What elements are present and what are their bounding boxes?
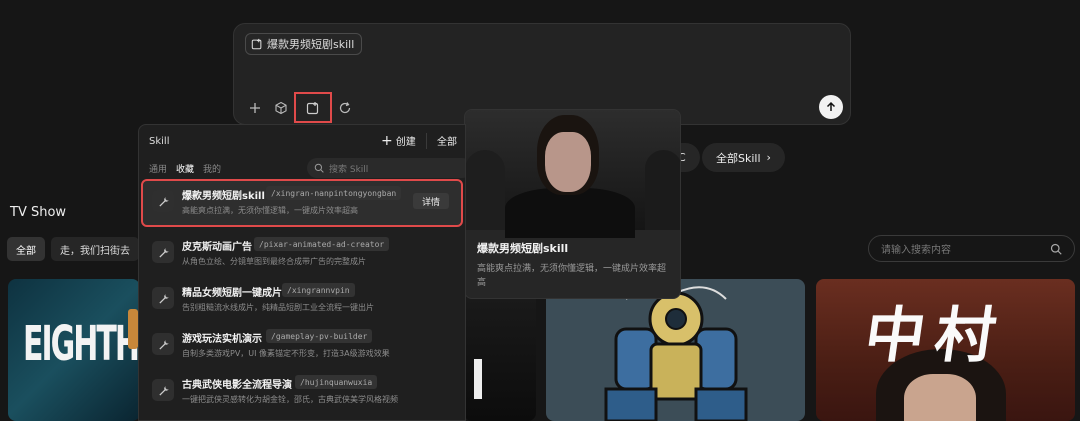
skill-name: 皮克斯动画广告: [182, 242, 252, 253]
preview-figure-body: [505, 188, 635, 238]
skill-name: 精品女频短剧一键成片: [182, 288, 282, 299]
skill-button[interactable]: [294, 92, 332, 123]
tab-favorites[interactable]: 收藏: [176, 162, 194, 175]
wrench-icon: [152, 379, 174, 401]
create-skill-button[interactable]: + 创建: [381, 132, 416, 149]
menu-title: Skill: [149, 136, 170, 147]
wrench-icon: [152, 287, 174, 309]
skill-item[interactable]: 皮克斯动画广告 /pixar-animated-ad-creator 从角色立绘…: [143, 232, 461, 276]
menu-tabs: 通用 收藏 我的: [149, 162, 221, 175]
skill-icon: [251, 38, 262, 50]
skill-item[interactable]: 精品女频短剧一键成片 /xingrannvpin 告别粗糙流水线成片，纯精品短剧…: [143, 278, 461, 322]
skill-name: 游戏玩法实机演示: [182, 334, 262, 345]
preview-figure-face: [545, 132, 591, 192]
card-calligraphy: 中村: [860, 301, 1011, 371]
skill-slug: /hujinquanwuxia: [295, 375, 378, 389]
skill-item[interactable]: 古典武侠电影全流程导演 /hujinquanwuxia 一键把武侠灵感转化为胡金…: [143, 370, 461, 414]
model-button[interactable]: [268, 95, 294, 121]
all-skill-label: 全部Skill: [716, 151, 761, 165]
skill-desc: 告别粗糙流水线成片，纯精品短剧工业全流程一键出片: [182, 303, 374, 312]
refresh-icon: [339, 101, 351, 113]
preview-title: 爆款男频短剧skill: [477, 242, 569, 255]
skill-preview-panel: 爆款男频短剧skill 高能爽点拉满，无须你懂逻辑，一键成片效率超高: [464, 109, 681, 299]
content-search-input[interactable]: 请输入搜索内容: [868, 235, 1075, 262]
wrench-icon: [152, 333, 174, 355]
chevron-right-icon: ›: [766, 151, 771, 164]
show-card-mech[interactable]: [546, 279, 805, 421]
skill-name: 爆款男频短剧skill: [182, 191, 265, 202]
section-title: TV Show: [10, 205, 67, 220]
tab-general[interactable]: 通用: [149, 162, 167, 175]
search-icon: [1050, 243, 1062, 255]
card-figure: [128, 309, 138, 349]
all-skill-button[interactable]: 全部Skill ›: [702, 143, 785, 172]
skill-desc: 高能爽点拉满，无须你懂逻辑，一键成片效率超高: [182, 206, 358, 215]
skill-slug: /xingrannvpin: [282, 283, 355, 297]
plus-icon: +: [381, 132, 393, 149]
skill-desc: 从角色立绘、分镜草图到最终合成带广告的完整成片: [182, 257, 366, 266]
card-art: [474, 359, 482, 399]
show-card-nakamura[interactable]: 中村: [816, 279, 1075, 421]
skill-slug: /xingran-nanpintongyongban: [266, 186, 402, 200]
skill-slug: /gameplay-pv-builder: [266, 329, 373, 343]
send-button[interactable]: [819, 95, 843, 119]
all-filter-button[interactable]: 全部: [426, 133, 457, 149]
tag-row: 全部 走，我们扫街去: [7, 237, 139, 261]
tag-all[interactable]: 全部: [7, 237, 45, 261]
preview-bg-figure-right: [645, 150, 680, 230]
selected-skill-label: 爆款男频短剧skill: [267, 38, 355, 51]
skill-icon: [306, 101, 319, 114]
preview-image: [465, 110, 680, 238]
arrow-up-icon: [826, 101, 836, 111]
skill-dropdown: Skill + 创建 全部 通用 收藏 我的 搜索 Skill 爆款男频短剧sk…: [138, 124, 466, 421]
selected-skill-chip[interactable]: 爆款男频短剧skill: [245, 33, 363, 55]
tab-mine[interactable]: 我的: [203, 162, 221, 175]
card-title-art: EIGHTH: [23, 317, 140, 373]
detail-button[interactable]: 详情: [413, 193, 450, 209]
card-face: [904, 374, 976, 421]
preview-description: 高能爽点拉满，无须你懂逻辑，一键成片效率超高: [477, 264, 667, 288]
tag-street[interactable]: 走，我们扫街去: [51, 237, 139, 261]
wrench-icon: [152, 241, 174, 263]
preview-bg-figure-left: [465, 150, 505, 230]
skill-item[interactable]: 游戏玩法实机演示 /gameplay-pv-builder 自制多类游戏PV，U…: [143, 324, 461, 368]
create-label: 创建: [395, 137, 416, 148]
skill-item-selected[interactable]: 爆款男频短剧skill /xingran-nanpintongyongban 高…: [141, 179, 463, 227]
skill-slug: /pixar-animated-ad-creator: [254, 237, 390, 251]
plus-icon: [250, 102, 260, 113]
mech-illustration: [586, 279, 766, 421]
refresh-button[interactable]: [332, 95, 358, 121]
show-card-eighth[interactable]: EIGHTH: [8, 279, 140, 421]
skill-desc: 自制多类游戏PV，UI 像素锚定不形变，打造3A级游戏效果: [182, 349, 390, 358]
composer-toolbar: [242, 92, 358, 123]
wrench-icon: [152, 190, 174, 212]
skill-desc: 一键把武侠灵感转化为胡金铨，邵氏，古典武侠美学风格视频: [182, 395, 398, 404]
add-button[interactable]: [242, 95, 268, 121]
search-icon: [314, 163, 324, 173]
skill-search-input[interactable]: 搜索 Skill: [307, 158, 465, 178]
cube-icon: [275, 101, 287, 114]
content-search-placeholder: 请输入搜索内容: [881, 245, 951, 256]
skill-name: 古典武侠电影全流程导演: [182, 380, 292, 391]
skill-search-placeholder: 搜索 Skill: [329, 164, 369, 175]
show-card-dark[interactable]: [464, 279, 536, 421]
